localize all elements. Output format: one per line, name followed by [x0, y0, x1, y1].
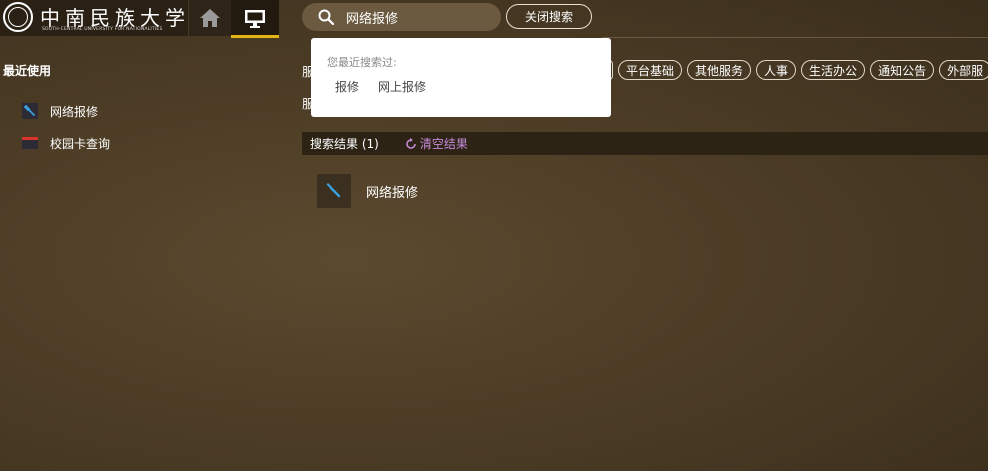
category-filters: 平台基础 其他服务 人事 生活办公 通知公告 外部服 [618, 60, 988, 80]
category-chip[interactable]: 平台基础 [618, 60, 683, 80]
header-divider [602, 37, 988, 38]
recent-used-title: 最近使用 [3, 64, 52, 78]
search-input[interactable] [346, 6, 491, 28]
top-bar: 中南民族大学 SOUTH-CENTRAL UNIVERSITY FOR NATI… [0, 0, 988, 38]
close-search-button[interactable]: 关闭搜索 [506, 4, 592, 29]
search-icon [318, 9, 334, 25]
category-chip[interactable]: 其他服务 [687, 60, 752, 80]
nav-home-button[interactable] [189, 0, 231, 36]
nav-desktop-button[interactable] [231, 0, 279, 38]
recent-item-network-repair[interactable]: 网络报修 [22, 101, 98, 121]
clear-results-label: 清空结果 [419, 137, 468, 151]
search-result-item[interactable]: 网络报修 [317, 174, 418, 208]
category-chip[interactable]: 外部服 [939, 60, 988, 80]
recent-item-campus-card[interactable]: 校园卡查询 [22, 133, 110, 153]
refresh-icon [406, 137, 416, 149]
search-result-label: 网络报修 [366, 185, 419, 201]
seal-icon [3, 2, 33, 32]
search-history-item[interactable]: 报修 [335, 78, 359, 95]
category-chip[interactable]: 生活办公 [801, 60, 866, 80]
home-icon [200, 9, 220, 27]
logo-name-en: SOUTH-CENTRAL UNIVERSITY FOR NATIONALITI… [42, 27, 163, 32]
search-results-bar: 搜索结果 (1) 清空结果 [302, 132, 988, 155]
desktop-icon [245, 10, 265, 28]
search-history-dropdown: 您最近搜索过: 报修 网上报修 [311, 38, 611, 117]
category-chip[interactable]: 通知公告 [870, 60, 935, 80]
search-results-count: 搜索结果 (1) [310, 137, 379, 151]
card-icon [22, 135, 38, 151]
search-history-hint: 您最近搜索过: [327, 56, 397, 69]
recent-item-label: 校园卡查询 [50, 136, 111, 151]
wrench-icon [22, 103, 38, 119]
search-history-item[interactable]: 网上报修 [378, 78, 426, 95]
recent-item-label: 网络报修 [50, 104, 99, 119]
search-box[interactable] [302, 3, 501, 31]
clear-results-button[interactable]: 清空结果 [405, 135, 468, 152]
university-logo[interactable]: 中南民族大学 SOUTH-CENTRAL UNIVERSITY FOR NATI… [0, 0, 188, 36]
active-tab-indicator [231, 35, 279, 38]
wrench-icon [317, 174, 351, 208]
category-chip[interactable]: 人事 [756, 60, 797, 80]
